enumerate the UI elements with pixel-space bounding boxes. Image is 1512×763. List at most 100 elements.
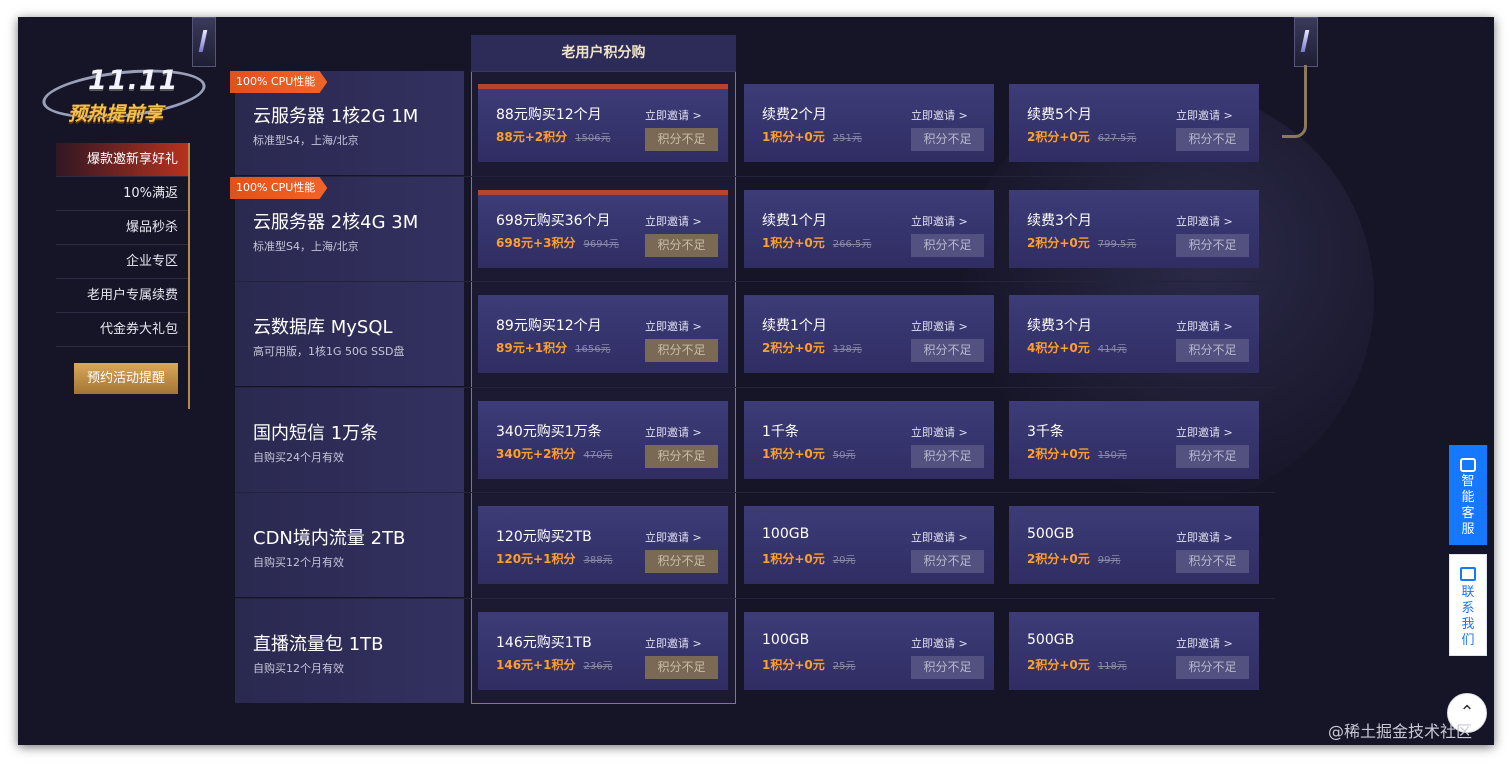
nav-item-coupons[interactable]: 代金券大礼包 xyxy=(56,313,190,347)
invite-link[interactable]: 立即邀请 > xyxy=(911,318,968,334)
product-row-label: 100% CPU性能云服务器 2核4G 3M 标准型S4，上海/北京 xyxy=(230,177,464,281)
offer-card: 88元购买12个月 88元+2积分 1506元 立即邀请 > 积分不足 xyxy=(478,84,728,162)
offer-price: 120元+1积分 388元 xyxy=(496,552,613,566)
original-price: 627.5元 xyxy=(1097,133,1137,144)
offer-price: 1积分+0元 251元 xyxy=(762,130,862,144)
offer-price: 2积分+0元 118元 xyxy=(1027,658,1127,672)
original-price: 414元 xyxy=(1097,344,1127,355)
original-price: 20元 xyxy=(832,555,856,566)
insufficient-points-button[interactable]: 积分不足 xyxy=(911,445,984,468)
offer-card: 3千条 2积分+0元 150元 立即邀请 > 积分不足 xyxy=(1009,401,1259,479)
invite-link[interactable]: 立即邀请 > xyxy=(911,213,968,229)
invite-link[interactable]: 立即邀请 > xyxy=(645,529,702,545)
product-desc: 高可用版，1核1G 50G SSD盘 xyxy=(253,345,405,358)
insufficient-points-button[interactable]: 积分不足 xyxy=(1176,656,1249,679)
product-row-label: 国内短信 1万条 自购买24个月有效 xyxy=(235,388,464,492)
invite-link[interactable]: 立即邀请 > xyxy=(645,635,702,651)
insufficient-points-button[interactable]: 积分不足 xyxy=(645,656,718,679)
insufficient-points-button[interactable]: 积分不足 xyxy=(911,656,984,679)
invite-link[interactable]: 立即邀请 > xyxy=(645,424,702,440)
original-price: 266.5元 xyxy=(832,239,872,250)
product-desc: 自购买12个月有效 xyxy=(253,556,344,569)
offer-title: 续费5个月 xyxy=(1027,107,1092,123)
insufficient-points-button[interactable]: 积分不足 xyxy=(645,550,718,573)
original-price: 25元 xyxy=(832,661,856,672)
product-desc: 自购买12个月有效 xyxy=(253,662,344,675)
robot-icon xyxy=(1460,458,1476,472)
row-divider xyxy=(235,281,1275,282)
insufficient-points-button[interactable]: 积分不足 xyxy=(645,339,718,362)
promo-panel: 11.11 预热提前享 爆款邀新享好礼 10%满返 爆品秒杀 企业专区 老用户专… xyxy=(18,17,1494,745)
offer-title: 698元购买36个月 xyxy=(496,213,611,229)
row-divider xyxy=(235,492,1275,493)
invite-link[interactable]: 立即邀请 > xyxy=(911,635,968,651)
cpu-badge: 100% CPU性能 xyxy=(230,177,328,199)
insufficient-points-button[interactable]: 积分不足 xyxy=(645,234,718,257)
product-name: 云服务器 2核4G 3M xyxy=(253,212,419,233)
invite-link[interactable]: 立即邀请 > xyxy=(1176,213,1233,229)
pipe-decoration xyxy=(1282,65,1307,138)
cpu-badge: 100% CPU性能 xyxy=(230,71,328,93)
row-divider xyxy=(235,598,1275,599)
product-row-label: 100% CPU性能 云服务器 1核2G 1M 标准型S4，上海/北京 xyxy=(230,71,464,175)
insufficient-points-button[interactable]: 积分不足 xyxy=(911,339,984,362)
offer-title: 340元购买1万条 xyxy=(496,424,602,440)
contact-us-button[interactable]: 联系我们 xyxy=(1449,554,1487,656)
offer-title: 88元购买12个月 xyxy=(496,107,602,123)
invite-link[interactable]: 立即邀请 > xyxy=(1176,529,1233,545)
offer-price: 1积分+0元 266.5元 xyxy=(762,236,872,250)
invite-link[interactable]: 立即邀请 > xyxy=(645,107,702,123)
invite-link[interactable]: 立即邀请 > xyxy=(911,424,968,440)
insufficient-points-button[interactable]: 积分不足 xyxy=(911,234,984,257)
invite-link[interactable]: 立即邀请 > xyxy=(645,213,702,229)
product-name: 直播流量包 1TB xyxy=(253,634,384,655)
offer-price: 146元+1积分 236元 xyxy=(496,658,613,672)
insufficient-points-button[interactable]: 积分不足 xyxy=(645,445,718,468)
offer-price: 2积分+0元 150元 xyxy=(1027,447,1127,461)
original-price: 1656元 xyxy=(575,344,611,355)
offer-card: 100GB 1积分+0元 25元 立即邀请 > 积分不足 xyxy=(744,612,994,690)
insufficient-points-button[interactable]: 积分不足 xyxy=(1176,234,1249,257)
insufficient-points-button[interactable]: 积分不足 xyxy=(911,128,984,151)
nav-item-enterprise[interactable]: 企业专区 xyxy=(56,245,190,279)
offer-title: 100GB xyxy=(762,632,810,648)
invite-link[interactable]: 立即邀请 > xyxy=(1176,318,1233,334)
offer-title: 100GB xyxy=(762,526,810,542)
offer-title: 500GB xyxy=(1027,526,1075,542)
remind-button[interactable]: 预约活动提醒 xyxy=(74,363,178,394)
offer-price: 1积分+0元 20元 xyxy=(762,552,856,566)
original-price: 388元 xyxy=(583,555,613,566)
invite-link[interactable]: 立即邀请 > xyxy=(645,318,702,334)
nav-item-renewal[interactable]: 老用户专属续费 xyxy=(56,279,190,313)
insufficient-points-button[interactable]: 积分不足 xyxy=(1176,128,1249,151)
invite-link[interactable]: 立即邀请 > xyxy=(1176,107,1233,123)
offer-price: 2积分+0元 99元 xyxy=(1027,552,1121,566)
invite-link[interactable]: 立即邀请 > xyxy=(1176,424,1233,440)
original-price: 50元 xyxy=(832,450,856,461)
original-price: 251元 xyxy=(832,133,862,144)
nav-item-invite[interactable]: 爆款邀新享好礼 xyxy=(56,143,190,177)
product-name: CDN境内流量 2TB xyxy=(253,528,406,549)
insufficient-points-button[interactable]: 积分不足 xyxy=(1176,550,1249,573)
product-name: 国内短信 1万条 xyxy=(253,423,379,444)
offer-card: 500GB 2积分+0元 118元 立即邀请 > 积分不足 xyxy=(1009,612,1259,690)
invite-link[interactable]: 立即邀请 > xyxy=(911,529,968,545)
original-price: 138元 xyxy=(832,344,862,355)
insufficient-points-button[interactable]: 积分不足 xyxy=(1176,445,1249,468)
offer-card: 340元购买1万条 340元+2积分 470元 立即邀请 > 积分不足 xyxy=(478,401,728,479)
original-price: 99元 xyxy=(1097,555,1121,566)
invite-link[interactable]: 立即邀请 > xyxy=(1176,635,1233,651)
nav-item-flash-sale[interactable]: 爆品秒杀 xyxy=(56,211,190,245)
invite-link[interactable]: 立即邀请 > xyxy=(911,107,968,123)
original-price: 118元 xyxy=(1097,661,1127,672)
offer-title: 146元购买1TB xyxy=(496,635,592,651)
insufficient-points-button[interactable]: 积分不足 xyxy=(1176,339,1249,362)
offer-card: 续费1个月 1积分+0元 266.5元 立即邀请 > 积分不足 xyxy=(744,190,994,268)
product-desc: 标准型S4，上海/北京 xyxy=(253,240,359,253)
offer-price: 698元+3积分 9694元 xyxy=(496,236,619,250)
insufficient-points-button[interactable]: 积分不足 xyxy=(911,550,984,573)
nav-divider xyxy=(188,143,190,409)
smart-service-button[interactable]: 智能客服 xyxy=(1449,445,1487,545)
nav-item-cashback[interactable]: 10%满返 xyxy=(56,177,190,211)
insufficient-points-button[interactable]: 积分不足 xyxy=(645,128,718,151)
